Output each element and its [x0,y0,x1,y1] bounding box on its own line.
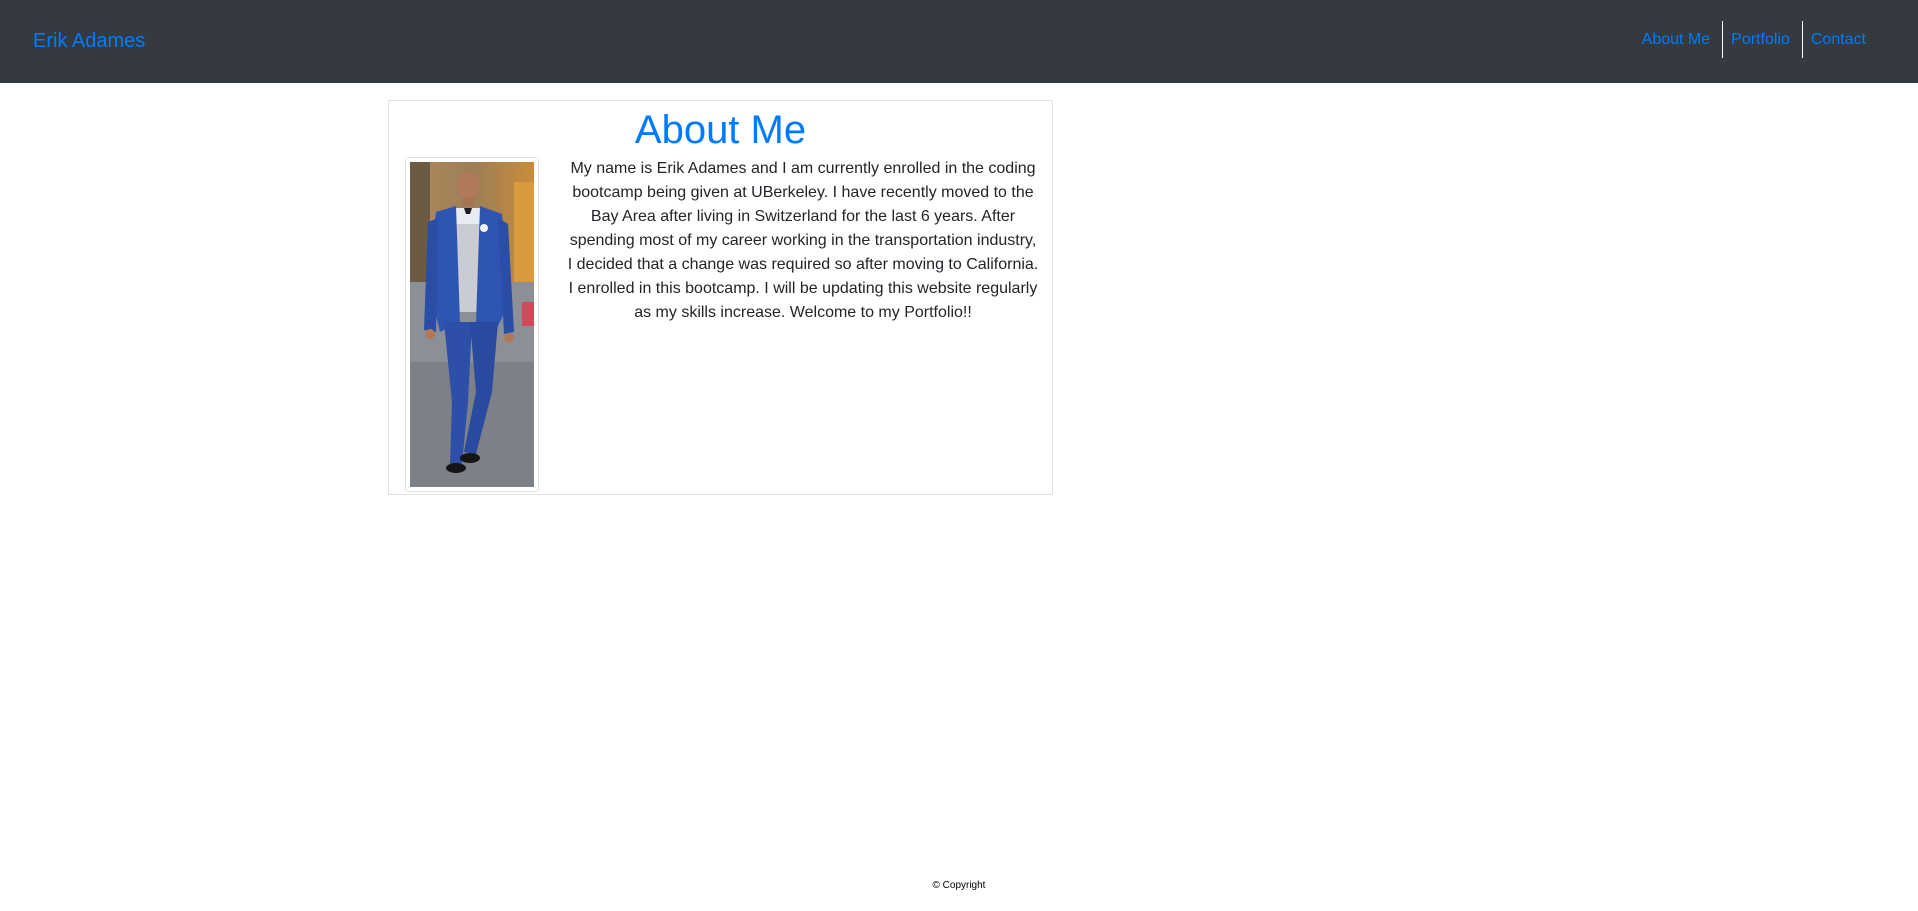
nav-contact-link[interactable]: Contact [1803,21,1878,58]
page-title: About Me [634,108,807,152]
nav-portfolio-link[interactable]: Portfolio [1723,21,1803,58]
profile-photo [405,157,539,492]
copyright-text: © Copyright [932,880,986,891]
nav-links: About Me Portfolio Contact [1634,21,1878,58]
nav-about-me-link[interactable]: About Me [1634,21,1724,58]
profile-photo-image [410,162,534,487]
bio-text: My name is Erik Adames and I am currentl… [567,160,1039,321]
brand-link[interactable]: Erik Adames [33,28,145,54]
footer: © Copyright [0,880,1918,891]
navbar: Erik Adames About Me Portfolio Contact [0,0,1918,83]
about-card: About Me My name is Erik Adames and I am… [388,100,1053,495]
